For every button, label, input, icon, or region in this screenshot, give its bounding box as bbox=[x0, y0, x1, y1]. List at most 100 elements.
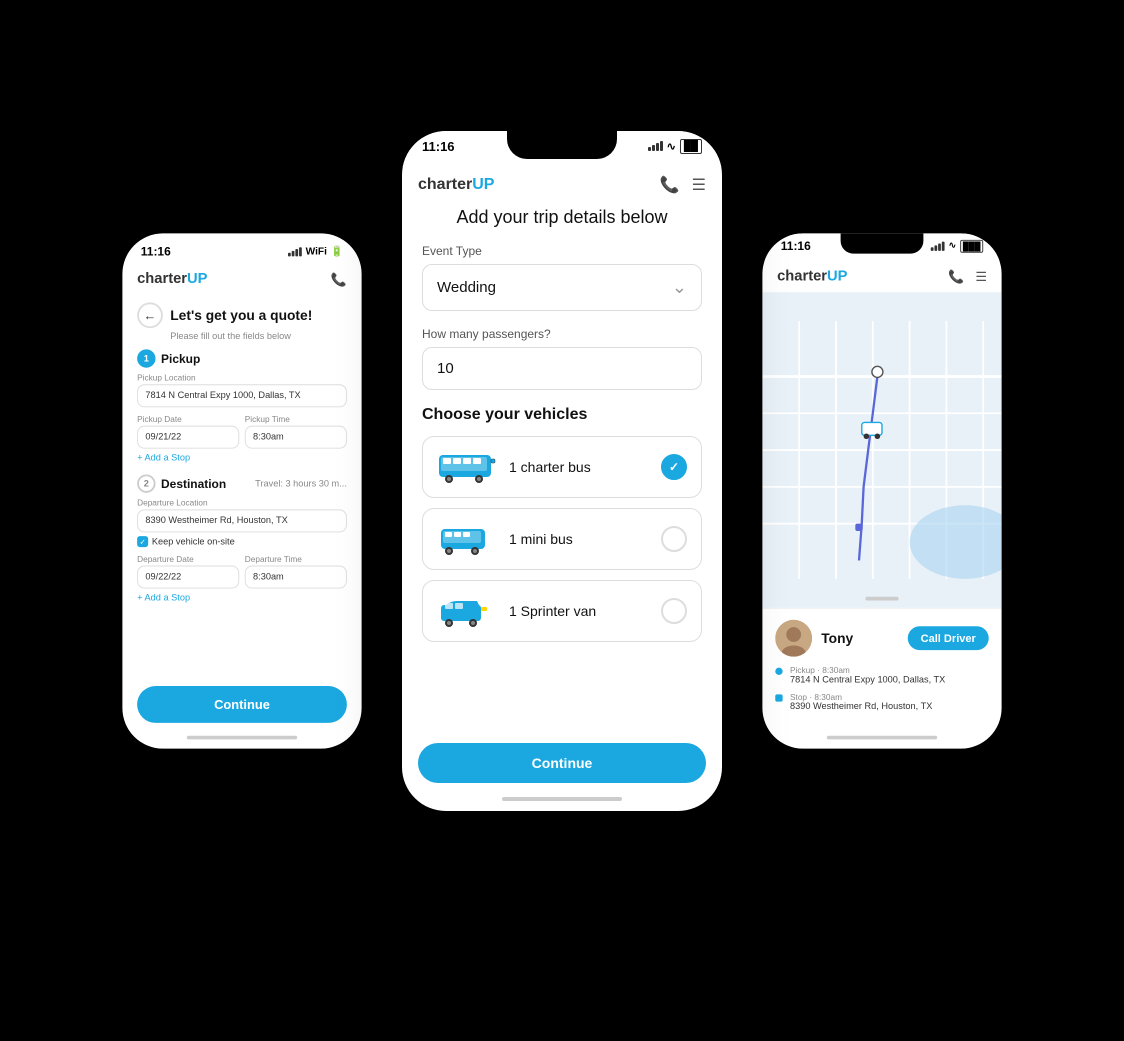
vehicle-card-mini-bus[interactable]: 1 mini bus bbox=[422, 508, 702, 570]
destination-time: Stop · 8:30am bbox=[790, 692, 932, 701]
departure-location-label: Departure Location bbox=[137, 498, 347, 507]
departure-date-label: Departure Date bbox=[137, 554, 239, 563]
center-home-indicator bbox=[502, 797, 622, 801]
battery-icon: 🔋 bbox=[331, 245, 344, 257]
pickup-dot bbox=[775, 667, 782, 674]
departure-time-label: Departure Time bbox=[245, 554, 347, 563]
center-signal-icon bbox=[648, 141, 663, 151]
right-nav-icons: 📞 ☰ bbox=[948, 268, 987, 284]
destination-label: Destination bbox=[161, 476, 226, 490]
event-type-select[interactable]: Wedding ⌄ bbox=[422, 264, 702, 311]
chevron-down-icon: ⌄ bbox=[672, 277, 687, 298]
travel-info: Travel: 3 hours 30 m... bbox=[255, 478, 347, 488]
mini-bus-toggle[interactable] bbox=[661, 526, 687, 552]
destination-square bbox=[775, 694, 782, 701]
keep-vehicle-checkbox[interactable]: ✓ bbox=[137, 536, 148, 547]
avatar-svg bbox=[775, 619, 812, 656]
event-type-label: Event Type bbox=[422, 244, 702, 258]
pickup-date-input[interactable]: 09/21/22 bbox=[137, 425, 239, 448]
center-notch bbox=[507, 131, 617, 159]
left-content: ← Let's get you a quote! Please fill out… bbox=[122, 295, 361, 679]
pickup-date-time-row: Pickup Date 09/21/22 Pickup Time 8:30am bbox=[137, 410, 347, 448]
center-logo: charterUP bbox=[418, 176, 494, 194]
right-wifi-icon: ∿ bbox=[949, 240, 957, 250]
right-logo: charterUP bbox=[777, 268, 847, 285]
left-phone: 11:16 WiFi 🔋 charterUP 📞 bbox=[122, 233, 361, 748]
pickup-time: Pickup · 8:30am bbox=[790, 665, 945, 674]
departure-time-input[interactable]: 8:30am bbox=[245, 565, 347, 588]
quote-title: Let's get you a quote! bbox=[170, 307, 312, 323]
center-phone-icon[interactable]: 📞 bbox=[660, 175, 680, 195]
left-status-icons: WiFi 🔋 bbox=[288, 245, 343, 257]
departure-location-input[interactable]: 8390 Westheimer Rd, Houston, TX bbox=[137, 509, 347, 532]
right-menu-icon[interactable]: ☰ bbox=[975, 268, 987, 284]
charter-bus-toggle[interactable]: ✓ bbox=[661, 454, 687, 480]
sprinter-van-label: 1 Sprinter van bbox=[509, 603, 649, 619]
back-button[interactable]: ← bbox=[137, 302, 163, 328]
right-notch-area: 11:16 ∿ ███ bbox=[762, 233, 1001, 261]
left-nav: charterUP 📞 bbox=[122, 263, 361, 294]
left-home-indicator bbox=[187, 735, 297, 739]
right-time: 11:16 bbox=[781, 238, 811, 252]
center-status-icons: ∿ ██ bbox=[648, 139, 702, 154]
pickup-details: Pickup · 8:30am 7814 N Central Expy 1000… bbox=[790, 665, 945, 684]
map-area bbox=[762, 292, 1001, 608]
stop-connector bbox=[775, 665, 782, 674]
left-continue-button[interactable]: Continue bbox=[137, 686, 347, 723]
pickup-label: Pickup bbox=[161, 351, 200, 365]
drag-handle[interactable] bbox=[865, 596, 898, 600]
add-stop-2[interactable]: + Add a Stop bbox=[137, 593, 190, 603]
mini-bus-label: 1 mini bus bbox=[509, 531, 649, 547]
charter-bus-check: ✓ bbox=[669, 460, 679, 474]
mini-bus-icon bbox=[437, 521, 497, 557]
quote-subtitle: Please fill out the fields below bbox=[170, 331, 347, 341]
pickup-location-input[interactable]: 7814 N Central Expy 1000, Dallas, TX bbox=[137, 384, 347, 407]
left-nav-icons: 📞 bbox=[331, 271, 347, 287]
right-phone-icon[interactable]: 📞 bbox=[948, 268, 964, 284]
pickup-section: 1 Pickup Pickup Location 7814 N Central … bbox=[137, 349, 347, 465]
right-notch bbox=[841, 233, 924, 253]
pickup-time-input[interactable]: 8:30am bbox=[245, 425, 347, 448]
right-nav: charterUP 📞 ☰ bbox=[762, 261, 1001, 292]
center-time: 11:16 bbox=[422, 139, 455, 154]
steps-wrapper: 1 Pickup Pickup Location 7814 N Central … bbox=[137, 349, 347, 605]
departure-date-col: Departure Date 09/22/22 bbox=[137, 550, 239, 588]
passengers-value: 10 bbox=[437, 360, 454, 377]
right-phone: 11:16 ∿ ███ charterUP 📞 bbox=[762, 233, 1001, 748]
center-continue-button[interactable]: Continue bbox=[418, 743, 706, 783]
pickup-time-label: Pickup Time bbox=[245, 414, 347, 423]
back-header: ← Let's get you a quote! bbox=[137, 302, 347, 328]
trip-details-title: Add your trip details below bbox=[422, 207, 702, 228]
back-icon: ← bbox=[144, 307, 157, 322]
destination-section: 2 Destination Travel: 3 hours 30 m... De… bbox=[137, 474, 347, 605]
center-nav: charterUP 📞 ☰ bbox=[402, 167, 722, 203]
call-driver-button[interactable]: Call Driver bbox=[908, 626, 989, 650]
passengers-input[interactable]: 10 bbox=[422, 347, 702, 390]
pickup-location-label: Pickup Location bbox=[137, 373, 347, 382]
vehicle-card-charter-bus[interactable]: 1 charter bus ✓ bbox=[422, 436, 702, 498]
driver-row: Tony Call Driver bbox=[775, 619, 988, 656]
destination-address: 8390 Westheimer Rd, Houston, TX bbox=[790, 701, 932, 711]
charter-bus-label: 1 charter bus bbox=[509, 459, 649, 475]
step2-circle: 2 bbox=[137, 474, 155, 492]
left-time: 11:16 bbox=[141, 244, 171, 258]
pickup-address: 7814 N Central Expy 1000, Dallas, TX bbox=[790, 675, 945, 685]
pickup-header: 1 Pickup bbox=[137, 349, 347, 367]
departure-date-time-row: Departure Date 09/22/22 Departure Time 8… bbox=[137, 550, 347, 588]
driver-avatar bbox=[775, 619, 812, 656]
departure-date-input[interactable]: 09/22/22 bbox=[137, 565, 239, 588]
trip-stop-pickup: Pickup · 8:30am 7814 N Central Expy 1000… bbox=[775, 665, 988, 684]
center-content: Add your trip details below Event Type W… bbox=[402, 203, 722, 735]
charter-bus-icon bbox=[437, 449, 497, 485]
add-stop-1[interactable]: + Add a Stop bbox=[137, 453, 190, 463]
wifi-icon: WiFi bbox=[306, 245, 327, 256]
stop-square-wrapper bbox=[775, 694, 782, 701]
right-status-icons: ∿ ███ bbox=[931, 239, 983, 252]
sprinter-van-toggle[interactable] bbox=[661, 598, 687, 624]
vehicles-title: Choose your vehicles bbox=[422, 406, 702, 424]
phone-icon[interactable]: 📞 bbox=[331, 271, 347, 287]
pickup-time-col: Pickup Time 8:30am bbox=[245, 410, 347, 448]
destination-details: Stop · 8:30am 8390 Westheimer Rd, Housto… bbox=[790, 692, 932, 711]
vehicle-card-sprinter-van[interactable]: 1 Sprinter van bbox=[422, 580, 702, 642]
center-menu-icon[interactable]: ☰ bbox=[692, 175, 706, 195]
